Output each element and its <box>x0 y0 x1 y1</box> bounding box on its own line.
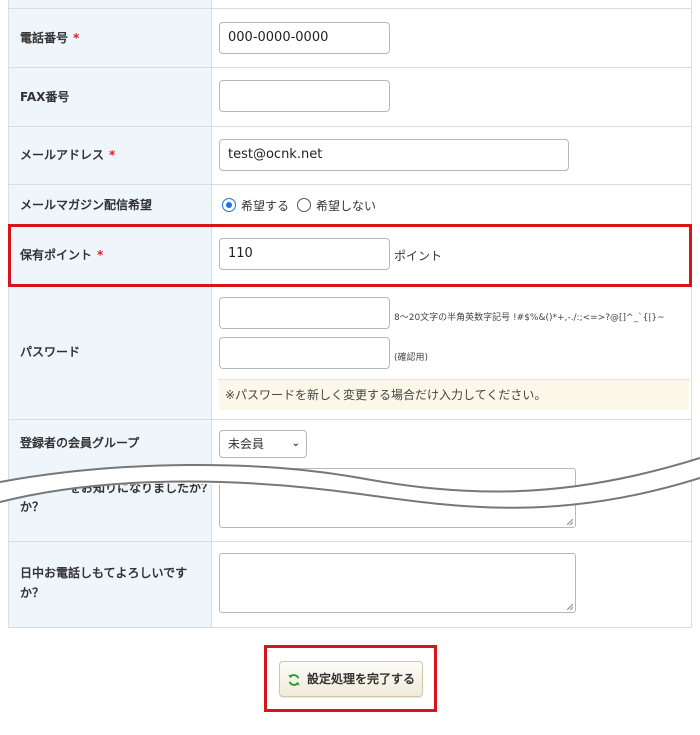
password-notice: ※パスワードを新しく変更する場合だけ入力してください。 <box>219 379 689 410</box>
refresh-icon <box>288 673 300 686</box>
password-confirm-input[interactable] <box>219 337 390 369</box>
password-hint: 8～20文字の半角英数字記号 !#$%&()*+,-./:;<=>?@[]^_`… <box>394 313 665 323</box>
password-label: パスワード <box>20 345 81 359</box>
email-input[interactable]: test@ocnk.net <box>219 139 569 171</box>
submit-label: 設定処理を完了する <box>306 672 415 686</box>
page-break-wave <box>0 457 700 509</box>
row-divider <box>9 184 691 185</box>
newsletter-label: メールマガジン配信希望 <box>20 198 153 212</box>
newsletter-yes-radio[interactable] <box>222 198 236 212</box>
points-label: 保有ポイント * <box>20 245 200 265</box>
daytime-call-label-line2: か？ <box>20 586 45 600</box>
row-divider <box>9 541 691 542</box>
daytime-call-textarea[interactable] <box>219 553 576 613</box>
daytime-call-label: 日中お電話しもてよろしいです か？ <box>20 563 206 603</box>
row-divider <box>9 67 691 68</box>
row-divider <box>9 627 691 628</box>
submit-button[interactable]: 設定処理を完了する <box>279 661 423 697</box>
email-label-text: メールアドレス <box>20 148 105 162</box>
required-mark: * <box>73 31 80 45</box>
email-label: メールアドレス * <box>20 145 200 165</box>
points-unit: ポイント <box>394 249 443 263</box>
newsletter-no-radio[interactable] <box>297 198 312 212</box>
form-table: 電話番号 * 000-0000-0000 FAX番号 メールアドレス * test@… <box>8 0 692 628</box>
member-group-selected: 未会員 <box>228 437 265 451</box>
required-mark: * <box>97 248 104 262</box>
row-divider <box>9 419 691 420</box>
daytime-call-label-line1: 日中お電話しもてよろしいです <box>20 566 188 580</box>
phone-label-text: 電話番号 <box>20 31 69 45</box>
phone-input[interactable]: 000-0000-0000 <box>219 22 390 54</box>
row-divider <box>9 225 691 226</box>
fax-label: FAX番号 <box>20 90 70 104</box>
newsletter-radio-group: 希望する 希望しない <box>222 195 376 215</box>
password-input[interactable] <box>219 297 390 329</box>
row-divider <box>9 286 691 287</box>
required-mark: * <box>109 148 116 162</box>
password-confirm-note: (確認用) <box>394 353 429 363</box>
row-divider <box>9 8 691 9</box>
row-divider <box>9 126 691 127</box>
newsletter-yes-label[interactable]: 希望する <box>241 197 289 214</box>
newsletter-no-label[interactable]: 希望しない <box>316 197 376 214</box>
resize-grip-icon[interactable] <box>567 604 573 610</box>
phone-label: 電話番号 * <box>20 28 200 48</box>
points-label-text: 保有ポイント <box>20 248 93 262</box>
fax-input[interactable] <box>219 80 390 112</box>
points-input[interactable]: 110 <box>219 238 390 270</box>
